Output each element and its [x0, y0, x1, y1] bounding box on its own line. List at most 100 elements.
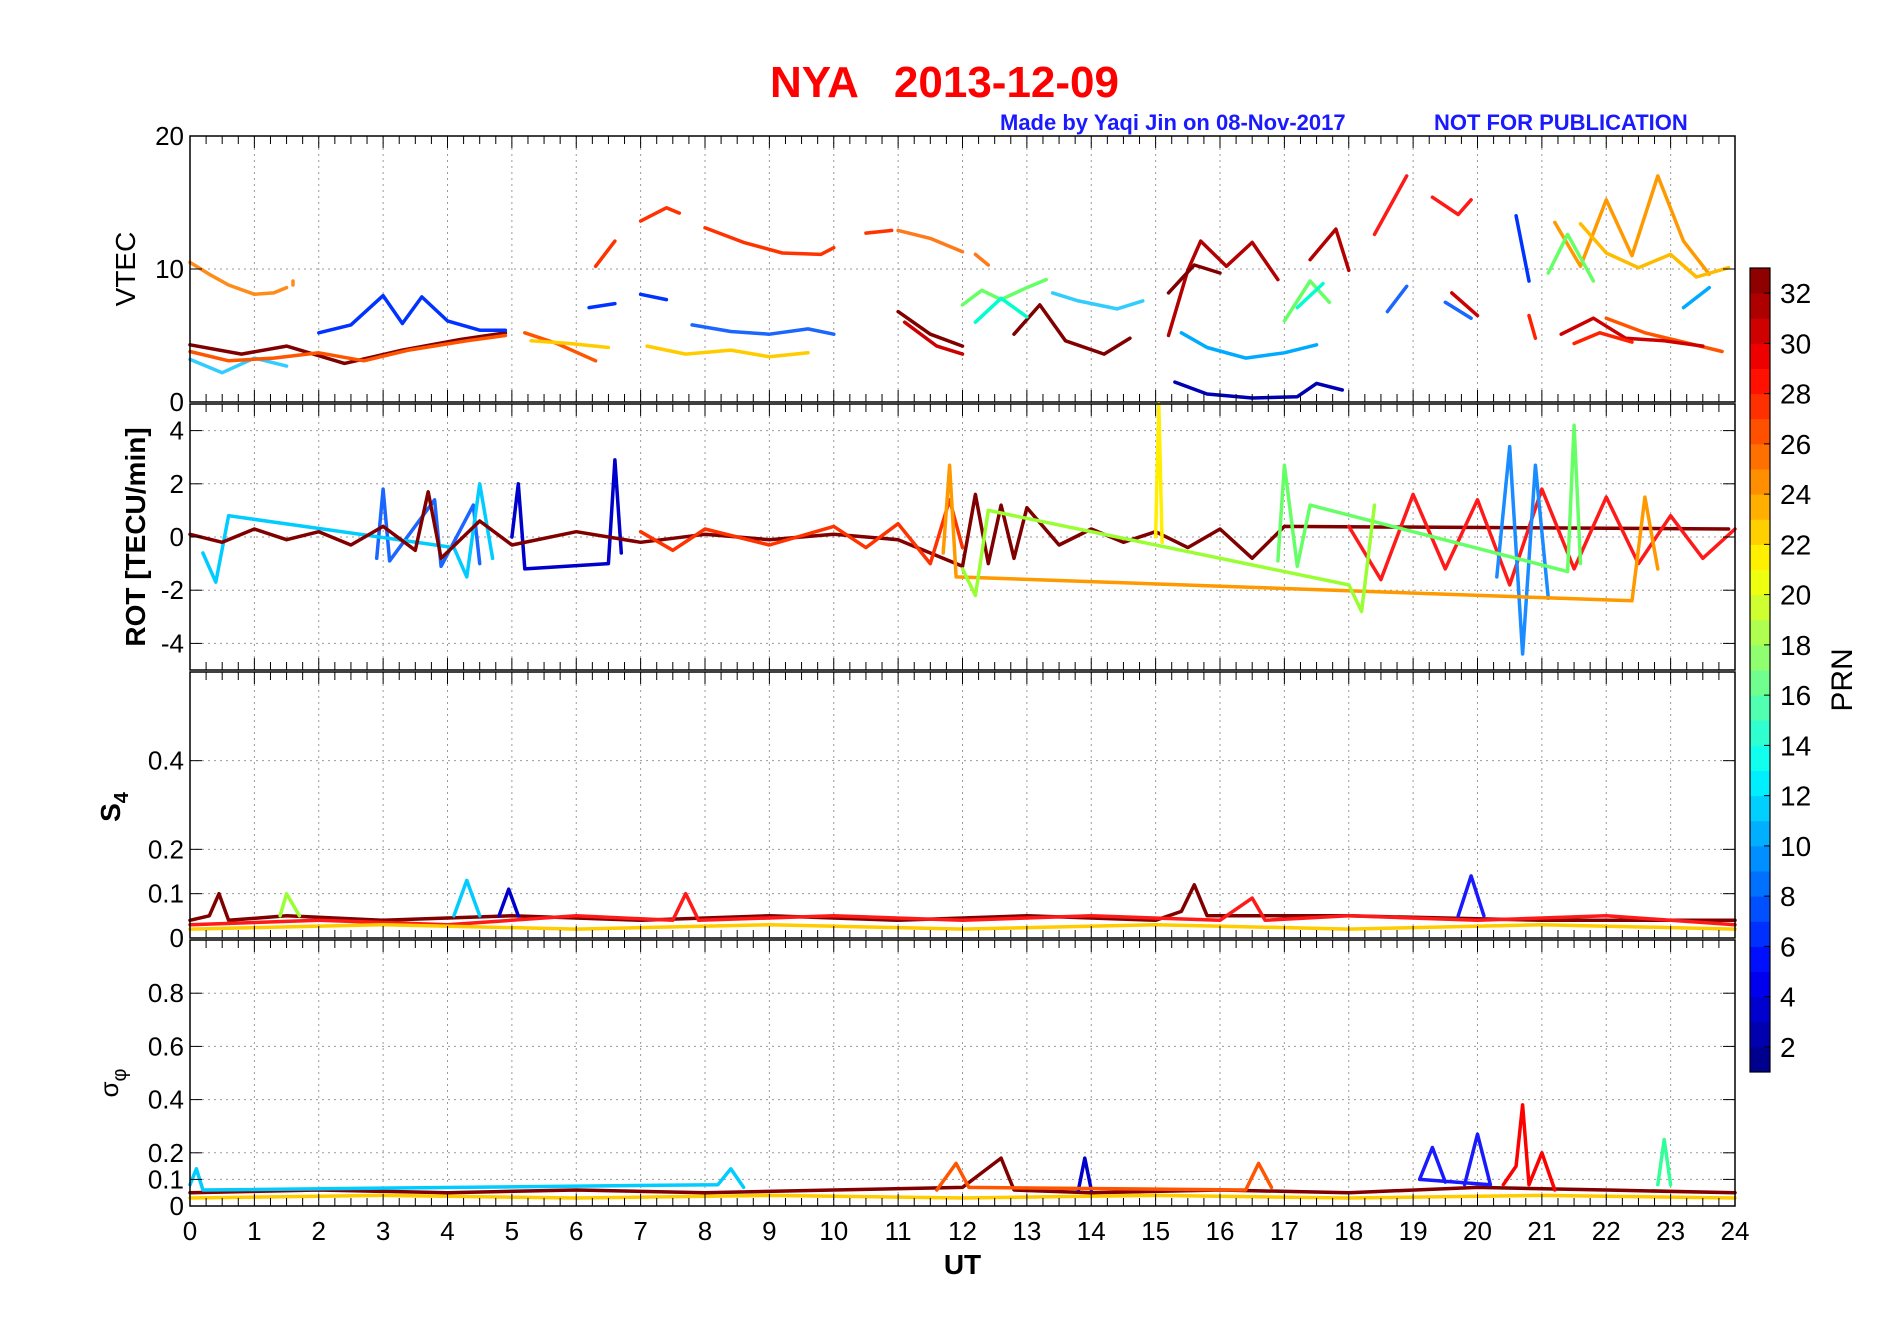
y-tick-label: 0.2: [148, 834, 184, 864]
y-tick-label: 10: [155, 254, 184, 284]
vtec-series-line: [529, 339, 611, 350]
x-tick-label: 0: [183, 1216, 197, 1246]
vtec-series-line: [690, 323, 836, 336]
y-tick-label: 0: [170, 522, 184, 552]
colorbar-swatch: [1750, 871, 1770, 897]
vtec-series-line: [1166, 263, 1222, 295]
x-tick-label: 24: [1721, 1216, 1750, 1246]
colorbar-tick-label: 6: [1780, 931, 1796, 962]
colorbar-swatch: [1750, 594, 1770, 621]
s4-series-line: [188, 883, 1737, 923]
x-tick-label: 22: [1592, 1216, 1621, 1246]
y-tick-label: -2: [161, 575, 184, 605]
colorbar-swatch: [1750, 820, 1770, 847]
rot-series-line: [510, 458, 624, 571]
x-tick-label: 13: [1012, 1216, 1041, 1246]
vtec-series-line: [1572, 331, 1634, 346]
y-tick-label: 0: [170, 387, 184, 417]
colorbar-swatch: [1750, 318, 1770, 344]
colorbar-swatch: [1750, 996, 1770, 1023]
colorbar-tick-label: 32: [1780, 278, 1811, 309]
colorbar-swatch: [1750, 720, 1770, 746]
colorbar-tick-label: 2: [1780, 1032, 1796, 1063]
vtec-series-line: [1179, 331, 1319, 360]
s4-series-line: [1456, 874, 1486, 918]
colorbar-swatch: [1750, 469, 1770, 495]
x-tick-label: 1: [247, 1216, 261, 1246]
vtec-series-line: [902, 320, 965, 356]
colorbar-swatch: [1750, 368, 1770, 395]
x-tick-label: 8: [698, 1216, 712, 1246]
vtec-series-line: [1527, 313, 1538, 340]
vtec-series-line: [1385, 284, 1409, 314]
s4-ylabel-subscript: 4: [111, 791, 133, 803]
x-tick-label: 3: [376, 1216, 390, 1246]
colorbar-swatch: [1750, 544, 1770, 570]
colorbar-swatch: [1750, 1046, 1770, 1073]
colorbar-swatch: [1750, 619, 1770, 646]
vtec-series-line: [1166, 239, 1280, 338]
y-tick-label: 4: [170, 416, 184, 446]
colorbar-tick-label: 30: [1780, 328, 1811, 359]
vtec-series-line: [1604, 316, 1724, 354]
rot-series-line: [1153, 402, 1164, 545]
x-tick-label: 19: [1399, 1216, 1428, 1246]
x-tick-label: 14: [1077, 1216, 1106, 1246]
sigphi-series-line: [1656, 1137, 1673, 1187]
y-tick-label: 0.1: [148, 1164, 184, 1194]
colorbar-swatch: [1750, 921, 1770, 947]
colorbar-tick-label: 26: [1780, 429, 1811, 460]
vtec-ylabel: VTEC: [110, 232, 141, 307]
s4-series-line: [278, 891, 302, 918]
x-tick-label: 15: [1141, 1216, 1170, 1246]
colorbar-swatch: [1750, 393, 1770, 420]
colorbar-swatch: [1750, 745, 1770, 771]
y-tick-label: -4: [161, 628, 184, 658]
colorbar-swatch: [1750, 795, 1770, 822]
colorbar-label: PRN: [1826, 648, 1859, 711]
sigphi-ylabel-subscript: φ: [109, 1068, 131, 1081]
colorbar-tick-label: 12: [1780, 781, 1811, 812]
colorbar-tick-label: 22: [1780, 529, 1811, 560]
colorbar-tick-label: 16: [1780, 680, 1811, 711]
vtec-series-line: [1430, 195, 1473, 217]
x-tick-label: 5: [505, 1216, 519, 1246]
colorbar-tick-label: 18: [1780, 630, 1811, 661]
y-tick-label: 0.1: [148, 879, 184, 909]
x-tick-label: 16: [1206, 1216, 1235, 1246]
vtec-series-line: [593, 239, 617, 269]
colorbar-swatch: [1750, 644, 1770, 671]
colorbar-swatch: [1750, 418, 1770, 445]
vtec-series-line: [864, 228, 894, 235]
x-tick-label: 12: [948, 1216, 977, 1246]
colorbar-swatch: [1750, 494, 1770, 520]
vtec-series-line: [1308, 227, 1351, 273]
y-tick-label: 0.4: [148, 746, 184, 776]
colorbar-swatch: [1750, 443, 1770, 470]
sigphi-series-line: [1501, 1103, 1557, 1192]
x-tick-label: 10: [819, 1216, 848, 1246]
colorbar-swatch: [1750, 971, 1770, 998]
colorbar-tick-label: 10: [1780, 831, 1811, 862]
x-axis-label: UT: [944, 1249, 981, 1280]
vtec-series-line: [1546, 232, 1596, 283]
y-tick-label: 0.2: [148, 1138, 184, 1168]
colorbar-tick-label: 24: [1780, 479, 1811, 510]
x-tick-label: 23: [1656, 1216, 1685, 1246]
x-tick-label: 17: [1270, 1216, 1299, 1246]
vtec-series-line: [1050, 291, 1145, 311]
colorbar-swatch: [1750, 896, 1770, 922]
vtec-series-line: [188, 260, 289, 297]
vtec-series-line: [1553, 174, 1712, 277]
colorbar-swatch: [1750, 569, 1770, 596]
y-tick-label: 0.8: [148, 978, 184, 1008]
vtec-series-line: [638, 206, 682, 223]
x-tick-label: 4: [440, 1216, 454, 1246]
colorbar-swatch: [1750, 845, 1770, 872]
s4-ylabel: S4: [95, 791, 133, 822]
vtec-series-line: [1173, 380, 1345, 400]
colorbar-swatch: [1750, 268, 1770, 294]
vtec-series-line: [645, 344, 810, 359]
colorbar-swatch: [1750, 343, 1770, 369]
vtec-series-line: [1681, 285, 1712, 310]
